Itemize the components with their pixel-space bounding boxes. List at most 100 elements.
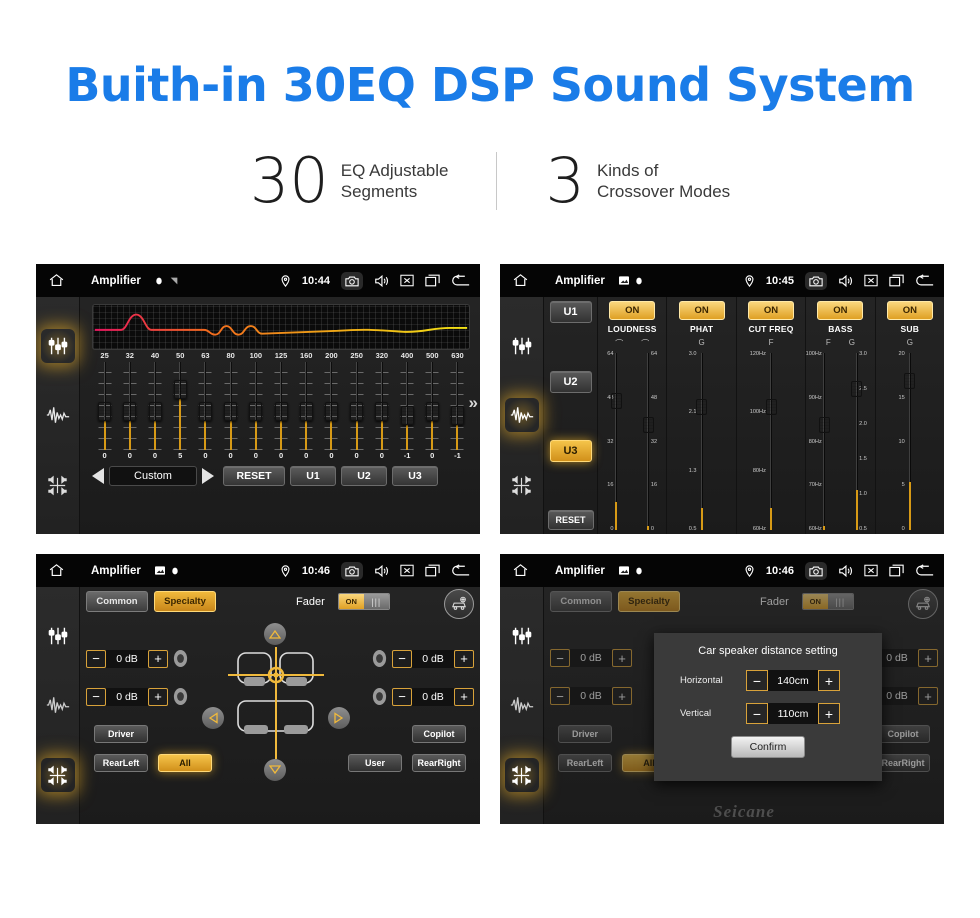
dsp-on-button[interactable]: ON (748, 301, 795, 320)
next-page-chevron-icon[interactable]: » (469, 393, 478, 413)
sidebar-item-eq-sliders[interactable] (505, 619, 539, 653)
preset-prev-button[interactable] (92, 468, 104, 484)
sidebar-item-eq-sliders[interactable] (505, 329, 539, 363)
eq-slider-125[interactable] (268, 362, 293, 450)
db-plus-button[interactable]: + (148, 687, 168, 706)
seat-button-copilot[interactable]: Copilot (412, 725, 466, 743)
sidebar-item-balance[interactable] (504, 758, 539, 793)
slider-knob[interactable] (450, 406, 464, 426)
fader-knob[interactable] (851, 381, 863, 398)
volume-icon[interactable] (838, 564, 853, 578)
car-seat-diagram[interactable] (228, 647, 324, 759)
slider-knob[interactable] (173, 380, 187, 399)
close-box-icon[interactable] (400, 274, 414, 287)
dsp-on-button[interactable]: ON (886, 301, 933, 320)
fader-right-button[interactable] (328, 707, 350, 729)
horizontal-plus-button[interactable]: + (818, 670, 840, 691)
recent-apps-icon[interactable] (425, 274, 440, 287)
seat-button-rearright[interactable]: RearRight (412, 754, 466, 772)
seat-button-user[interactable]: User (348, 754, 402, 772)
slider-knob[interactable] (98, 402, 112, 421)
camera-icon[interactable] (805, 561, 827, 580)
fader-knob[interactable] (818, 417, 830, 434)
fader-knob[interactable] (696, 399, 708, 416)
eq-slider-50[interactable] (168, 362, 193, 450)
dsp-preset-u3[interactable]: U3 (549, 440, 592, 463)
tab-common[interactable]: Common (86, 591, 148, 612)
slider-knob[interactable] (324, 402, 338, 421)
eq-slider-100[interactable] (243, 362, 268, 450)
confirm-button[interactable]: Confirm (731, 736, 805, 758)
eq-slider-63[interactable] (193, 362, 218, 450)
slider-knob[interactable] (198, 402, 212, 421)
seat-button-driver[interactable]: Driver (94, 725, 148, 743)
slider-knob[interactable] (425, 402, 439, 421)
camera-icon[interactable] (341, 561, 363, 580)
back-arrow-icon[interactable] (451, 563, 470, 578)
eq-slider-32[interactable] (117, 362, 142, 450)
fader-up-button[interactable] (264, 623, 286, 645)
dsp-fader-1[interactable]: 3.0 2.1 1.3 0.5 (669, 351, 733, 532)
dsp-fader-1[interactable]: 644832160 (600, 351, 632, 532)
seat-button-all[interactable]: All (158, 754, 212, 772)
volume-icon[interactable] (838, 274, 853, 288)
db-plus-button[interactable]: + (454, 687, 474, 706)
eq-slider-400[interactable] (394, 362, 419, 450)
dsp-fader-2[interactable]: 64 48 32 16 0 (632, 351, 664, 532)
eq-slider-630[interactable] (445, 362, 470, 450)
slider-knob[interactable] (400, 406, 414, 426)
vertical-minus-button[interactable]: − (746, 703, 768, 724)
dsp-on-button[interactable]: ON (609, 301, 656, 320)
preset-u2-button[interactable]: U2 (341, 466, 387, 486)
db-minus-button[interactable]: − (86, 649, 106, 668)
recent-apps-icon[interactable] (425, 564, 440, 577)
sidebar-item-eq-sliders[interactable] (40, 328, 75, 363)
eq-slider-250[interactable] (344, 362, 369, 450)
fader-knob[interactable] (610, 392, 622, 409)
dsp-fader-2[interactable]: 3.0 2.5 2.0 1.5 1.0 0.5 (840, 351, 872, 532)
home-icon[interactable] (512, 562, 529, 579)
eq-slider-320[interactable] (369, 362, 394, 450)
home-icon[interactable] (512, 272, 529, 289)
eq-slider-bank[interactable] (92, 362, 470, 450)
preset-u1-button[interactable]: U1 (290, 466, 336, 486)
fader-knob[interactable] (642, 417, 654, 434)
dsp-on-button[interactable]: ON (678, 301, 725, 320)
sidebar-item-balance[interactable] (41, 468, 75, 502)
fader-toggle[interactable]: ON ||| (337, 593, 390, 610)
dsp-on-button[interactable]: ON (817, 301, 864, 320)
slider-knob[interactable] (299, 402, 313, 421)
dsp-reset-button[interactable]: RESET (547, 509, 594, 530)
seat-button-rearleft[interactable]: RearLeft (94, 754, 148, 772)
db-minus-button[interactable]: − (392, 649, 412, 668)
sidebar-item-waveform[interactable] (505, 688, 539, 722)
close-box-icon[interactable] (400, 564, 414, 577)
sidebar-item-waveform[interactable] (504, 398, 539, 433)
fader-knob[interactable] (765, 399, 777, 416)
db-minus-button[interactable]: − (392, 687, 412, 706)
recent-apps-icon[interactable] (889, 564, 904, 577)
close-box-icon[interactable] (864, 274, 878, 287)
eq-slider-160[interactable] (294, 362, 319, 450)
tab-specialty[interactable]: Specialty (154, 591, 216, 612)
db-minus-button[interactable]: − (86, 687, 106, 706)
db-plus-button[interactable]: + (454, 649, 474, 668)
home-icon[interactable] (48, 562, 65, 579)
speaker-distance-button[interactable] (444, 589, 474, 619)
db-plus-button[interactable]: + (148, 649, 168, 668)
volume-icon[interactable] (374, 564, 389, 578)
recent-apps-icon[interactable] (889, 274, 904, 287)
sidebar-item-waveform[interactable] (41, 688, 75, 722)
slider-knob[interactable] (148, 402, 162, 421)
eq-slider-25[interactable] (92, 362, 117, 450)
slider-knob[interactable] (274, 402, 288, 421)
sidebar-item-balance[interactable] (40, 758, 75, 793)
eq-slider-500[interactable] (420, 362, 445, 450)
slider-knob[interactable] (224, 402, 238, 421)
sidebar-item-eq-sliders[interactable] (41, 619, 75, 653)
camera-icon[interactable] (805, 271, 827, 290)
back-arrow-icon[interactable] (915, 273, 934, 288)
dsp-fader-1[interactable]: 100Hz 90Hz 80Hz 70Hz 60Hz (806, 351, 840, 532)
back-arrow-icon[interactable] (451, 273, 470, 288)
slider-knob[interactable] (249, 402, 263, 421)
